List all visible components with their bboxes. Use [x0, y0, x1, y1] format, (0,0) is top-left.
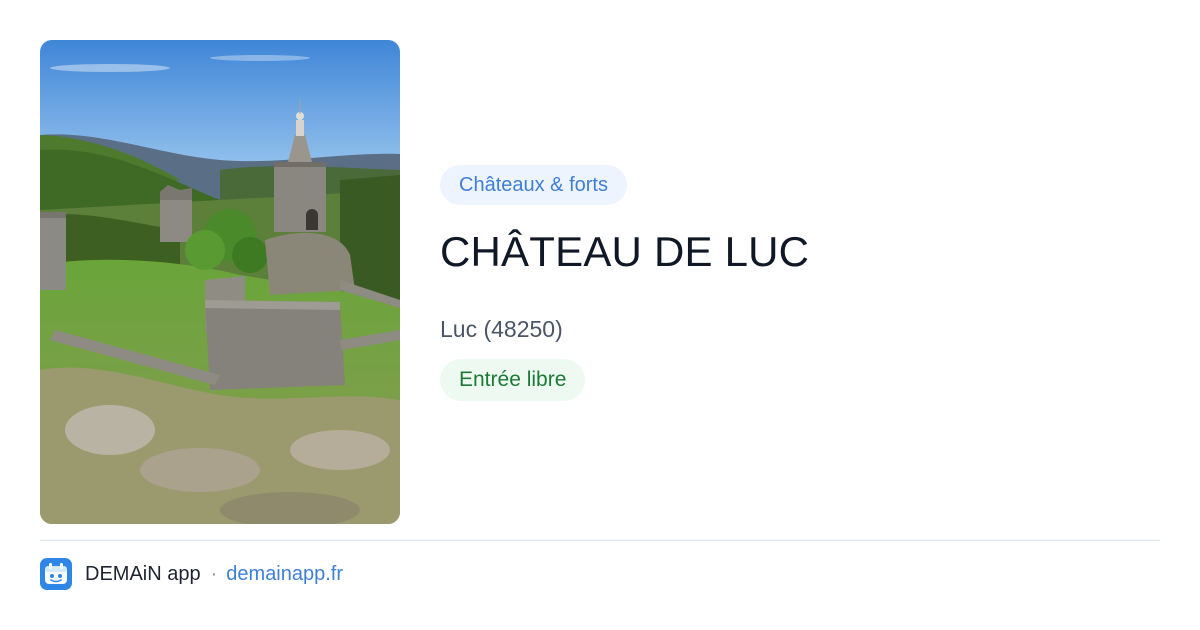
place-title: CHÂTEAU DE LUC — [440, 228, 810, 275]
footer-divider — [40, 540, 1160, 541]
access-badge: Entrée libre — [440, 359, 586, 401]
place-location: Luc (48250) — [440, 316, 563, 342]
app-url-link[interactable]: demainapp.fr — [226, 563, 343, 586]
footer-separator: · — [210, 562, 218, 585]
demain-app-icon — [40, 558, 72, 590]
footer: DEMAiN app · demainapp.fr — [40, 558, 343, 590]
app-name: DEMAiN app — [85, 562, 201, 585]
category-chip[interactable]: Châteaux & forts — [440, 165, 627, 205]
castle-photo — [40, 40, 400, 524]
place-info: Châteaux & forts CHÂTEAU DE LUC Luc (482… — [440, 165, 1160, 401]
castle-photo-image — [40, 40, 400, 524]
